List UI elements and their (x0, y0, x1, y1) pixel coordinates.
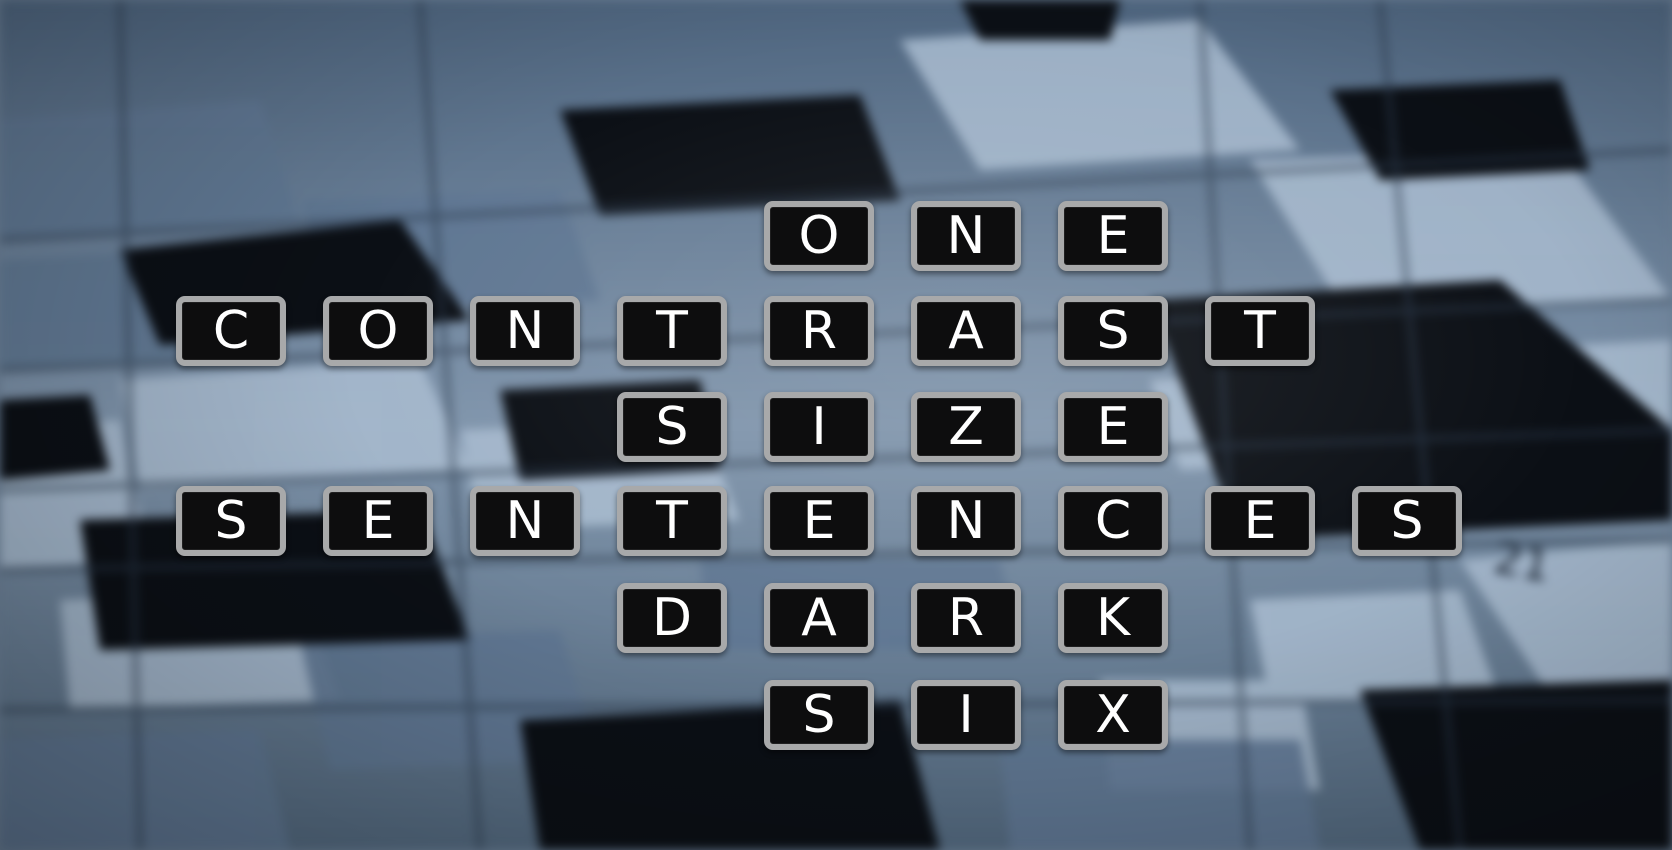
letter-tile: S (176, 486, 286, 556)
letter-tile: T (617, 486, 727, 556)
letter-tile: K (1058, 583, 1168, 653)
letter-tile: N (470, 296, 580, 366)
letter-tile: E (323, 486, 433, 556)
letter-tile: I (911, 680, 1021, 750)
letter-tile: A (764, 583, 874, 653)
letter-tile: E (1058, 392, 1168, 462)
letter-tile: Z (911, 392, 1021, 462)
letter-tile: X (1058, 680, 1168, 750)
game-screen: 21 ONECONTRASTSIZESENTENCESDARKSIX (0, 0, 1672, 850)
letter-tile: S (764, 680, 874, 750)
letter-tile: R (764, 296, 874, 366)
letter-tile: S (617, 392, 727, 462)
letter-tile: O (323, 296, 433, 366)
letter-tile: S (1352, 486, 1462, 556)
letter-tile: E (1205, 486, 1315, 556)
letter-tile: O (764, 201, 874, 271)
letter-tile: N (470, 486, 580, 556)
letter-tile: R (911, 583, 1021, 653)
letter-tile: D (617, 583, 727, 653)
letter-tile: N (911, 201, 1021, 271)
letter-tile: A (911, 296, 1021, 366)
letter-tile: C (176, 296, 286, 366)
letter-tile: T (1205, 296, 1315, 366)
letter-tile: C (1058, 486, 1168, 556)
letter-tile: I (764, 392, 874, 462)
letter-tile: T (617, 296, 727, 366)
letter-tile: E (1058, 201, 1168, 271)
letter-tile: S (1058, 296, 1168, 366)
letter-tile: N (911, 486, 1021, 556)
grid-clue-number: 21 (1490, 533, 1554, 593)
letter-tile: E (764, 486, 874, 556)
